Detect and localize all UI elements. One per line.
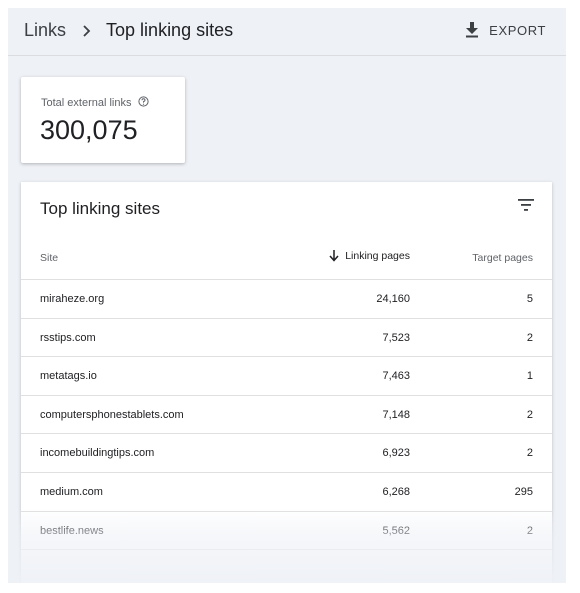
row-site: rsstips.com	[40, 331, 96, 344]
export-label: EXPORT	[489, 22, 546, 38]
row-target-pages: 2	[526, 524, 533, 537]
export-button[interactable]: EXPORT	[465, 22, 546, 38]
chevron-right-icon	[82, 22, 92, 40]
filter-icon[interactable]	[518, 198, 534, 216]
download-icon	[466, 22, 479, 38]
help-circle-icon[interactable]	[137, 96, 149, 110]
row-linking-pages: 6,923	[382, 447, 410, 460]
row-site: computersphonestablets.com	[40, 408, 184, 421]
table-row[interactable]: rsstips.com 7,523 2	[21, 319, 552, 358]
row-linking-pages: 7,148	[382, 408, 410, 421]
row-target-pages: 1	[526, 370, 533, 383]
total-external-links-label-row: Total external links	[41, 96, 149, 110]
table-row[interactable]	[21, 550, 552, 583]
row-linking-pages: 6,268	[382, 485, 410, 498]
row-target-pages: 295	[514, 485, 533, 498]
row-target-pages: 2	[526, 408, 533, 421]
row-target-pages: 2	[526, 447, 533, 460]
arrow-down-icon	[329, 250, 339, 262]
row-site: miraheze.org	[40, 293, 105, 305]
table-row[interactable]: incomebuildingtips.com 6,923 2	[21, 434, 552, 473]
table-row[interactable]: medium.com 6,268 295	[21, 473, 552, 512]
total-external-links-value: 300,075	[40, 115, 138, 145]
table-row[interactable]: miraheze.org 24,160 5	[21, 280, 552, 319]
column-header-linking-pages[interactable]: Linking pages	[329, 250, 410, 262]
column-header-target-pages[interactable]: Target pages	[472, 252, 533, 264]
row-site: bestlife.news	[40, 524, 104, 537]
row-target-pages: 5	[526, 293, 533, 305]
row-linking-pages: 5,562	[382, 524, 410, 537]
table-row[interactable]: metatags.io 7,463 1	[21, 357, 552, 396]
table-title: Top linking sites	[40, 199, 161, 218]
row-linking-pages: 7,523	[382, 331, 410, 344]
page-title: Top linking sites	[106, 20, 234, 40]
table-body: miraheze.org 24,160 5 rsstips.com 7,523 …	[21, 280, 552, 583]
row-site: medium.com	[40, 485, 103, 498]
table-header: Site Linking pages Target pages	[21, 236, 552, 280]
row-linking-pages: 7,463	[382, 370, 410, 383]
row-site: incomebuildingtips.com	[40, 447, 155, 460]
total-external-links-label: Total external links	[41, 97, 132, 109]
breadcrumb: Links Top linking sites	[24, 20, 233, 41]
breadcrumb-parent-link[interactable]: Links	[24, 20, 66, 41]
row-linking-pages: 24,160	[376, 293, 410, 305]
table-row[interactable]: computersphonestablets.com 7,148 2	[21, 396, 552, 435]
column-header-linking-pages-label: Linking pages	[345, 250, 410, 262]
page-header: Links Top linking sites EXPORT	[8, 8, 566, 56]
row-target-pages: 2	[526, 331, 533, 344]
column-header-site[interactable]: Site	[40, 252, 58, 264]
page-frame: Links Top linking sites EXPORT Total ext…	[8, 8, 566, 583]
top-linking-sites-card: Top linking sites Site Linking pages Tar…	[21, 182, 552, 583]
row-site: metatags.io	[40, 370, 97, 383]
table-row[interactable]: bestlife.news 5,562 2	[21, 512, 552, 551]
total-external-links-card: Total external links 300,075	[21, 77, 185, 163]
